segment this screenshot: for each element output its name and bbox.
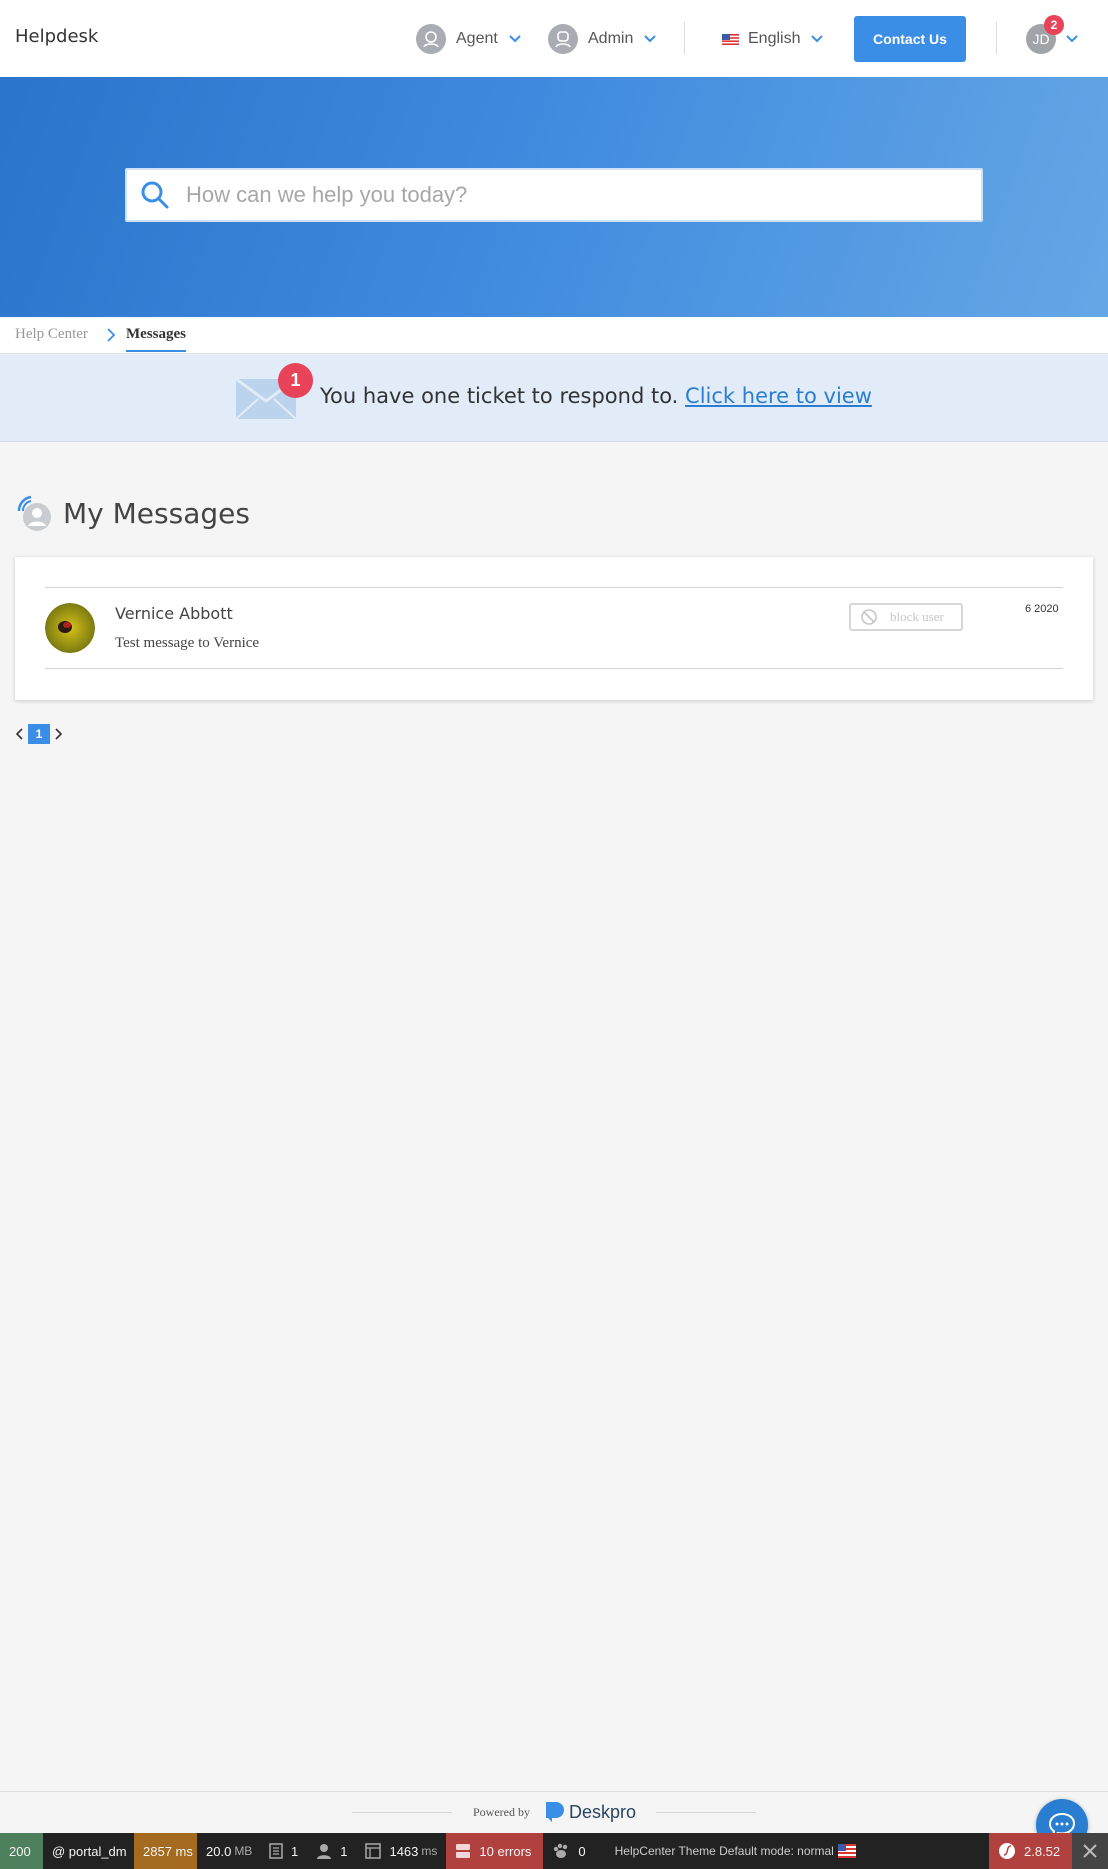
page-title: My Messages bbox=[63, 496, 250, 530]
admin-label: Admin bbox=[588, 30, 634, 47]
chevron-left-icon[interactable] bbox=[15, 727, 25, 741]
page-number[interactable]: 1 bbox=[28, 724, 50, 744]
close-icon bbox=[1083, 1844, 1097, 1858]
pagination: 1 bbox=[15, 724, 63, 744]
notice-message: You have one ticket to respond to. Click… bbox=[320, 384, 872, 408]
breadcrumb: Help Center Messages bbox=[0, 317, 1108, 354]
deskpro-logo[interactable]: Deskpro bbox=[544, 1800, 636, 1824]
paw-icon bbox=[554, 1843, 568, 1858]
breadcrumb-home-link[interactable]: Help Center bbox=[15, 326, 88, 343]
user-icon bbox=[317, 1844, 332, 1859]
us-flag-icon bbox=[837, 1844, 856, 1858]
forms-panel[interactable]: 1 bbox=[260, 1833, 307, 1869]
language-label: English bbox=[748, 30, 801, 47]
search-box[interactable] bbox=[125, 168, 983, 222]
chevron-down-icon bbox=[811, 35, 824, 43]
deskpro-logo-icon bbox=[546, 1802, 564, 1822]
db-panel[interactable]: 1463 ms bbox=[356, 1833, 446, 1869]
errors-count: 10 errors bbox=[479, 1843, 532, 1859]
block-user-label: block user bbox=[890, 609, 944, 624]
powered-by-text: Powered by bbox=[473, 1805, 530, 1819]
symfony-logo-icon bbox=[999, 1843, 1015, 1859]
db-time: 1463 bbox=[389, 1843, 419, 1859]
divider bbox=[45, 587, 1063, 588]
admin-avatar-icon bbox=[548, 24, 578, 54]
symfony-version[interactable]: 2.8.52 bbox=[989, 1833, 1072, 1869]
agent-avatar-icon bbox=[416, 24, 446, 54]
notification-badge: 2 bbox=[1044, 15, 1064, 35]
header-divider bbox=[684, 22, 685, 54]
divider bbox=[45, 668, 1063, 669]
theme-info[interactable]: HelpCenter Theme Default mode: normal bbox=[595, 1833, 865, 1869]
chevron-down-icon[interactable] bbox=[1065, 32, 1079, 46]
close-toolbar-button[interactable] bbox=[1072, 1833, 1108, 1869]
chevron-right-icon bbox=[107, 328, 116, 342]
messages-card: Vernice Abbott Test message to Vernice b… bbox=[15, 557, 1093, 700]
messages-user-icon bbox=[17, 495, 51, 531]
memory-value: 20.0 bbox=[206, 1843, 232, 1859]
message-date: 6 2020 bbox=[1025, 603, 1059, 615]
theme-label: HelpCenter Theme Default mode: normal bbox=[614, 1844, 834, 1858]
events-panel[interactable]: 0 bbox=[543, 1833, 594, 1869]
chevron-down-icon bbox=[509, 35, 521, 43]
divider bbox=[352, 1812, 452, 1813]
agent-menu[interactable]: Agent bbox=[416, 22, 522, 56]
chevron-down-icon bbox=[644, 35, 657, 43]
user-count: 1 bbox=[340, 1843, 348, 1859]
table-icon bbox=[365, 1843, 382, 1859]
debug-toolbar: 200 @ portal_dm 2857 ms 20.0 MB 1 1 1463 m… bbox=[0, 1833, 1108, 1869]
chevron-right-icon[interactable] bbox=[53, 727, 63, 741]
view-tickets-link[interactable]: Click here to view bbox=[685, 384, 872, 408]
memory-usage[interactable]: 20.0 MB bbox=[197, 1833, 260, 1869]
header-divider bbox=[996, 22, 997, 54]
notice-count-badge: 1 bbox=[278, 363, 313, 398]
block-user-button[interactable]: block user bbox=[849, 603, 963, 631]
events-count: 0 bbox=[578, 1843, 586, 1859]
ticket-notice-banner: 1 You have one ticket to respond to. Cli… bbox=[0, 355, 1108, 442]
request-time[interactable]: 2857 ms bbox=[134, 1833, 197, 1869]
server-icon bbox=[456, 1844, 471, 1858]
message-preview[interactable]: Test message to Vernice bbox=[115, 635, 259, 652]
memory-unit: MB bbox=[234, 1844, 253, 1858]
user-panel[interactable]: 1 bbox=[307, 1833, 356, 1869]
brand-title[interactable]: Helpdesk bbox=[15, 26, 98, 47]
us-flag-icon bbox=[722, 33, 739, 45]
messages-header: My Messages bbox=[15, 493, 250, 533]
top-header: Helpdesk Agent Admin English Contact Us … bbox=[0, 0, 1108, 77]
block-icon bbox=[861, 609, 877, 625]
divider bbox=[656, 1812, 756, 1813]
forms-count: 1 bbox=[291, 1843, 299, 1859]
search-input[interactable] bbox=[186, 182, 946, 208]
footer: Powered by Deskpro bbox=[0, 1791, 1108, 1833]
db-time-unit: ms bbox=[421, 1844, 438, 1858]
search-icon bbox=[141, 181, 169, 209]
status-code[interactable]: 200 bbox=[0, 1833, 43, 1869]
version-label: 2.8.52 bbox=[1024, 1843, 1061, 1859]
errors-panel[interactable]: 10 errors bbox=[446, 1833, 544, 1869]
agent-label: Agent bbox=[456, 30, 498, 47]
contact-us-button[interactable]: Contact Us bbox=[854, 16, 966, 62]
route-name[interactable]: @ portal_dm bbox=[43, 1833, 134, 1869]
hero-banner bbox=[0, 77, 1108, 317]
message-sender[interactable]: Vernice Abbott bbox=[115, 604, 233, 623]
avatar[interactable] bbox=[45, 603, 95, 653]
forms-icon bbox=[269, 1843, 283, 1859]
admin-menu[interactable]: Admin bbox=[548, 22, 657, 56]
notice-text: You have one ticket to respond to. bbox=[320, 384, 679, 408]
breadcrumb-current: Messages bbox=[126, 326, 186, 352]
deskpro-brand: Deskpro bbox=[569, 1801, 637, 1822]
language-selector[interactable]: English bbox=[722, 22, 824, 56]
